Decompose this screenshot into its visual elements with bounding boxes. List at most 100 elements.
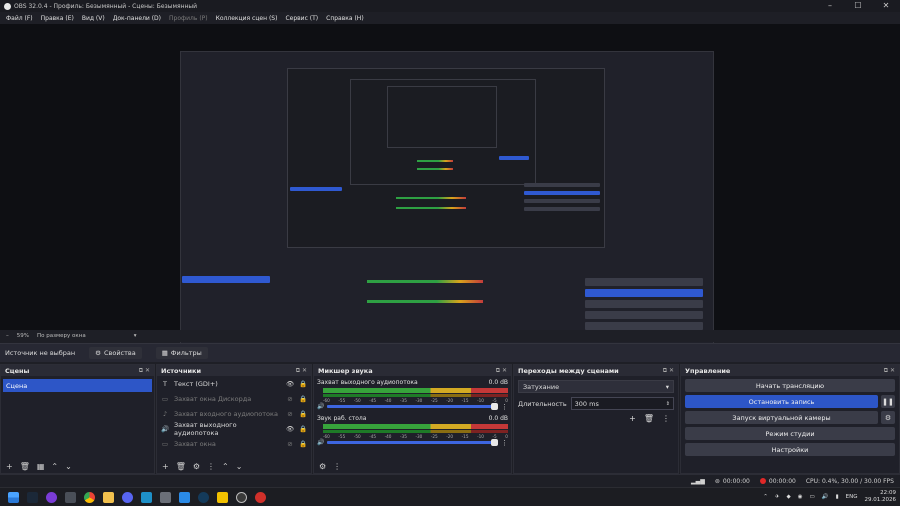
channel-db: 0.0 dB — [488, 415, 508, 422]
lock-icon[interactable]: 🔒 — [299, 410, 307, 418]
app-cube-icon[interactable] — [160, 491, 171, 503]
settings-button[interactable]: Настройки — [685, 443, 895, 456]
fader-track[interactable] — [327, 439, 498, 446]
pause-icon[interactable]: ❚❚ — [881, 395, 895, 408]
dock-menu-icon[interactable]: ⧉ ✕ — [884, 367, 895, 375]
add-transition-icon[interactable]: + — [629, 414, 636, 423]
scene-filters-icon[interactable]: ▦ — [37, 462, 45, 471]
eye-hidden-icon[interactable]: ⊘ — [286, 395, 294, 403]
gear-icon[interactable]: ⚙ — [881, 411, 895, 424]
lock-icon[interactable]: 🔒 — [299, 395, 307, 403]
fader-knob[interactable] — [491, 439, 498, 446]
channel-menu-icon[interactable]: ⋮ — [501, 439, 508, 447]
menu-view[interactable]: Вид (V) — [78, 15, 109, 22]
eye-icon[interactable]: 👁 — [286, 380, 294, 388]
network-icon[interactable]: ▭ — [810, 494, 815, 500]
menu-help[interactable]: Справка (H) — [322, 15, 368, 22]
fader-knob[interactable] — [491, 403, 498, 410]
virtual-camera-button[interactable]: Запуск виртуальной камеры — [685, 411, 878, 424]
stop-record-button[interactable]: Остановить запись — [685, 395, 878, 408]
folder-icon[interactable] — [103, 491, 114, 503]
studio-mode-button[interactable]: Режим студии — [685, 427, 895, 440]
preview-area[interactable] — [0, 24, 900, 353]
clock[interactable]: 22:09 29.01.2026 — [865, 490, 897, 504]
volume-fader[interactable]: 🔊 ⋮ — [317, 403, 508, 411]
minimize-button[interactable]: – — [816, 0, 844, 12]
add-source-icon[interactable]: + — [162, 462, 169, 471]
scene-item[interactable]: Сцена — [3, 379, 152, 392]
source-row[interactable]: ▭ Захват окна Дискорда ⊘ 🔒 — [157, 391, 311, 406]
properties-button[interactable]: ⚙ Свойства — [89, 347, 142, 359]
add-scene-icon[interactable]: + — [6, 462, 13, 471]
eye-hidden-icon[interactable]: ⊘ — [286, 410, 294, 418]
fader-track[interactable] — [327, 403, 498, 410]
menu-docks[interactable]: Док-панели (D) — [109, 15, 165, 22]
tray-app-icon[interactable]: ◆ — [787, 494, 791, 500]
close-button[interactable]: ✕ — [872, 0, 900, 12]
speaker-icon[interactable]: 🔊 — [317, 439, 324, 446]
source-row[interactable]: T Текст (GDI+) 👁 🔒 — [157, 376, 311, 391]
duration-input[interactable]: 300 ms ⇕ — [570, 397, 674, 410]
lock-icon[interactable]: 🔒 — [299, 425, 307, 433]
start-stream-button[interactable]: Начать трансляцию — [685, 379, 895, 392]
volume-fader[interactable]: 🔊 ⋮ — [317, 439, 508, 447]
menu-edit[interactable]: Правка (E) — [37, 15, 78, 22]
mixer-more-icon[interactable]: ⋮ — [333, 462, 341, 471]
menu-tools[interactable]: Сервис (T) — [281, 15, 322, 22]
app-red-icon[interactable] — [255, 491, 266, 503]
vscode-icon[interactable] — [179, 491, 190, 503]
app-yellow-icon[interactable] — [217, 491, 228, 503]
move-down-icon[interactable]: ⌄ — [236, 462, 243, 471]
stepper-icon[interactable]: ⇕ — [666, 401, 670, 407]
speaker-icon[interactable]: 🔊 — [317, 403, 324, 410]
source-row[interactable]: ▭ Захват окна ⊘ 🔒 — [157, 436, 311, 451]
lock-icon[interactable]: 🔒 — [299, 440, 307, 448]
zoom-dropdown-icon[interactable]: ▾ — [134, 333, 137, 339]
tray-chevron-icon[interactable]: ⌃ — [763, 494, 768, 500]
move-up-icon[interactable]: ⌃ — [222, 462, 229, 471]
dock-menu-icon[interactable]: ⧉ ✕ — [296, 367, 307, 375]
menu-scene-collection[interactable]: Коллекция сцен (S) — [212, 15, 282, 22]
source-row[interactable]: 🔊 Захват выходного аудиопотока 👁 🔒 — [157, 421, 311, 437]
mixer-settings-icon[interactable]: ⚙ — [319, 462, 326, 471]
obs-tray-icon[interactable]: ◉ — [798, 494, 803, 500]
filters-button[interactable]: ▦ Фильтры — [155, 347, 208, 359]
telegram-icon[interactable]: ✈ — [775, 494, 780, 500]
remove-source-icon[interactable]: 🗑 — [176, 462, 186, 471]
move-down-icon[interactable]: ⌄ — [65, 462, 72, 471]
zoom-mode[interactable]: По размеру окна — [37, 333, 86, 339]
source-more-icon[interactable]: ⋮ — [207, 462, 215, 471]
preview-capture — [180, 51, 714, 353]
eye-icon[interactable]: 👁 — [286, 425, 294, 433]
steam-icon[interactable] — [27, 491, 38, 503]
lock-icon[interactable]: 🔒 — [299, 380, 307, 388]
menu-bar: Файл (F) Правка (E) Вид (V) Док-панели (… — [0, 12, 900, 24]
dock-menu-icon[interactable]: ⧉ ✕ — [139, 367, 150, 375]
app-dark-icon[interactable] — [198, 491, 209, 503]
volume-icon[interactable]: 🔊 — [822, 494, 829, 500]
dock-menu-icon[interactable]: ⧉ ✕ — [663, 367, 674, 375]
transition-select[interactable]: Затухание ▾ — [518, 380, 674, 393]
chrome-icon[interactable] — [84, 491, 95, 503]
battery-icon[interactable]: ▮ — [836, 494, 839, 500]
app-blue-icon[interactable] — [141, 491, 152, 503]
app-purple-icon[interactable] — [46, 491, 57, 503]
maximize-button[interactable]: ☐ — [844, 0, 872, 12]
zoom-out-icon[interactable]: – — [6, 333, 9, 339]
eye-hidden-icon[interactable]: ⊘ — [286, 440, 294, 448]
obs-taskbar-icon[interactable] — [236, 491, 247, 503]
app-gray-icon[interactable] — [65, 491, 76, 503]
remove-transition-icon[interactable]: 🗑 — [644, 414, 654, 423]
dock-menu-icon[interactable]: ⧉ ✕ — [496, 367, 507, 375]
move-up-icon[interactable]: ⌃ — [51, 462, 58, 471]
discord-icon[interactable] — [122, 491, 133, 503]
window-title: OBS 32.0.4 - Профиль: Безымянный - Сцены… — [14, 2, 198, 10]
transition-more-icon[interactable]: ⋮ — [662, 414, 670, 423]
menu-file[interactable]: Файл (F) — [2, 15, 37, 22]
windows-start-icon[interactable] — [8, 491, 19, 503]
source-row[interactable]: ♪ Захват входного аудиопотока ⊘ 🔒 — [157, 406, 311, 421]
source-settings-icon[interactable]: ⚙ — [193, 462, 200, 471]
language-indicator[interactable]: ENG — [846, 494, 858, 500]
channel-menu-icon[interactable]: ⋮ — [501, 403, 508, 411]
remove-scene-icon[interactable]: 🗑 — [20, 462, 30, 471]
